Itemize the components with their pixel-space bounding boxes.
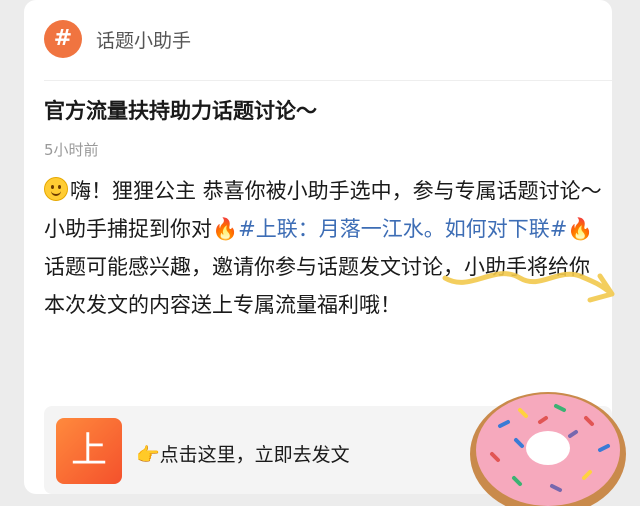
hashtag-icon: # bbox=[44, 20, 82, 58]
smile-emoji-icon bbox=[44, 177, 68, 201]
divider bbox=[44, 80, 612, 81]
pointing-hand-icon: 👉 bbox=[136, 444, 160, 466]
donut-sticker-icon bbox=[470, 392, 626, 506]
cta-label: 点击这里，立即去发文 bbox=[159, 444, 350, 466]
body-text-prefix: 小助手捕捉到你对 bbox=[44, 217, 212, 241]
post-title: 官方流量扶持助力话题讨论～ bbox=[44, 99, 317, 123]
greeting-text: 嗨！狸狸公主 恭喜你被小助手选中，参与专属话题讨论～ bbox=[70, 179, 602, 203]
topic-link[interactable]: #上联：月落一江水。如何对下联# bbox=[238, 217, 567, 241]
post-timestamp: 5小时前 bbox=[44, 141, 99, 159]
sender-name: 话题小助手 bbox=[96, 30, 192, 52]
fire-emoji-icon: 🔥 bbox=[212, 217, 239, 241]
topic-tile-icon: 上 bbox=[56, 418, 122, 484]
fire-emoji-icon: 🔥 bbox=[567, 217, 594, 241]
cta-text: 👉点击这里，立即去发文 bbox=[136, 440, 350, 467]
scribble-arrow-icon bbox=[442, 271, 615, 303]
sender-header[interactable]: # 话题小助手 bbox=[24, 0, 612, 80]
